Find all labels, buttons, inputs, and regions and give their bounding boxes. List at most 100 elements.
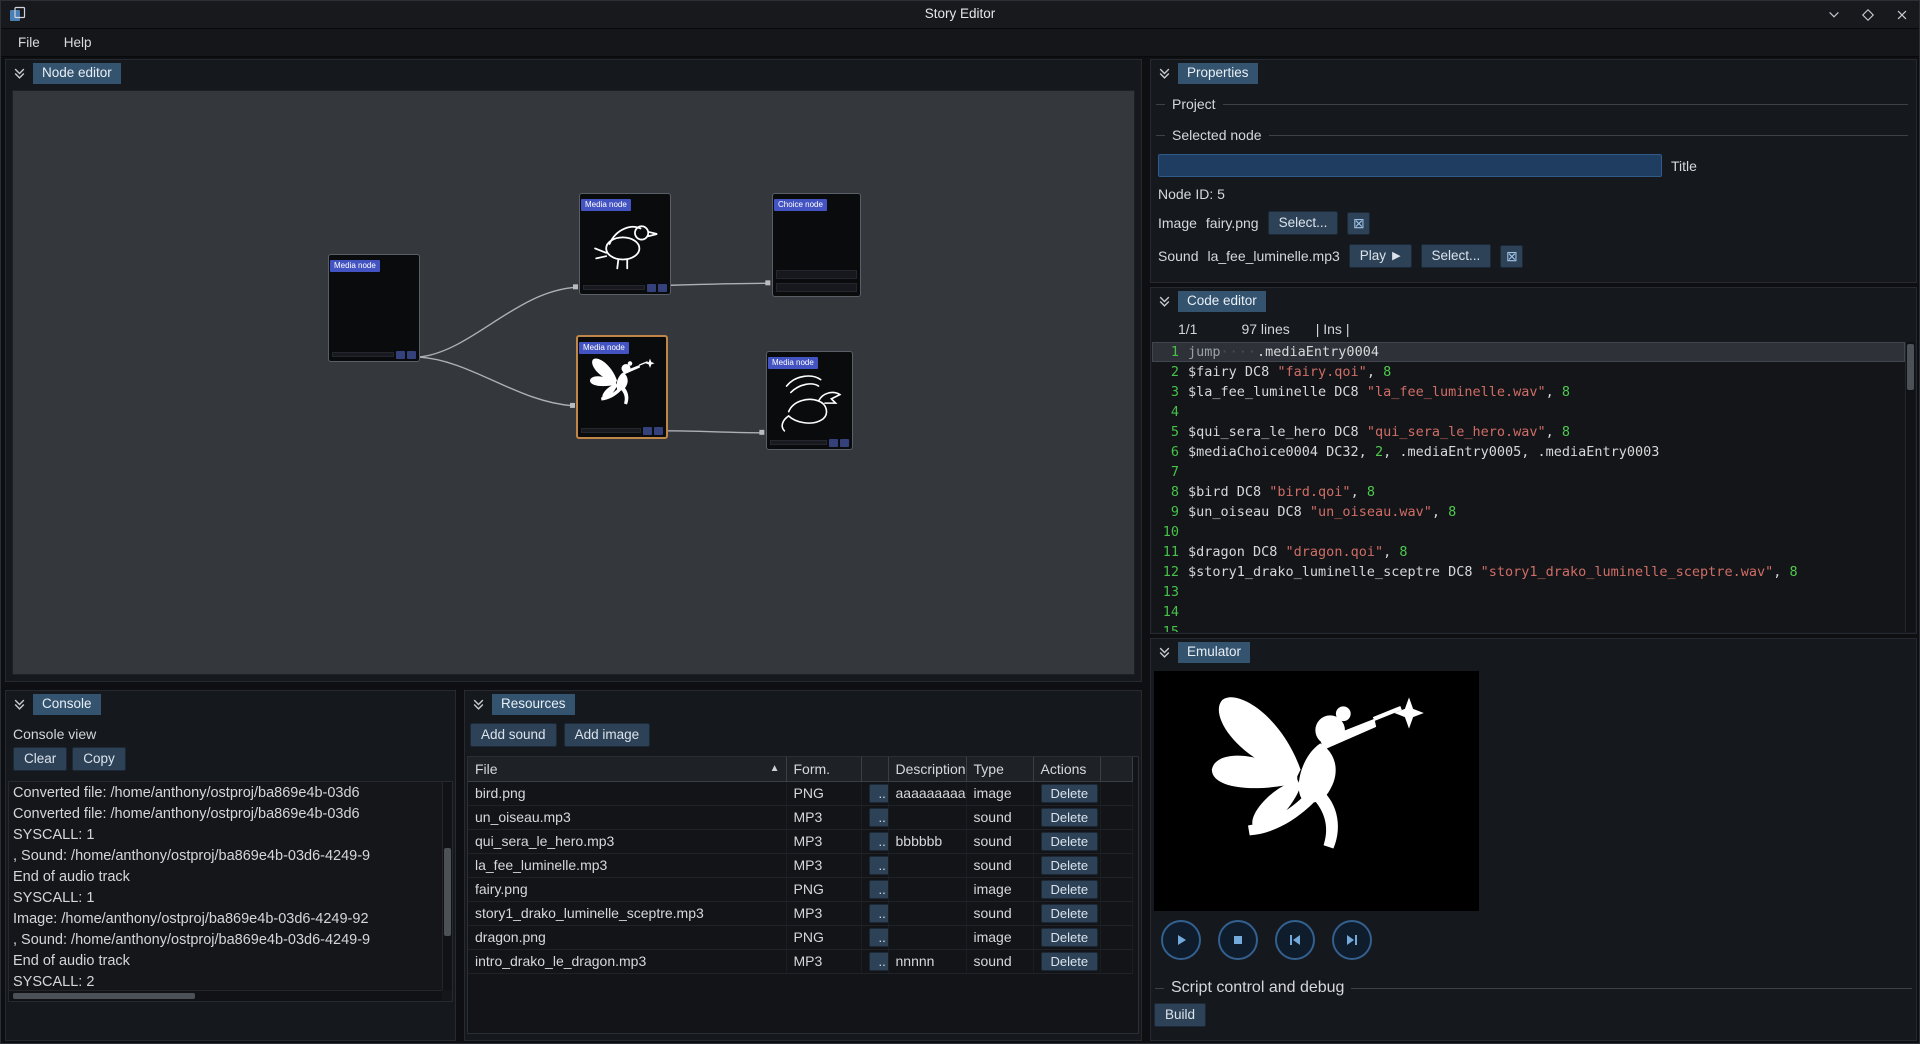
delete-button[interactable]: Delete [1041, 784, 1099, 803]
code-line[interactable]: 8$bird DC8 "bird.qoi", 8 [1152, 482, 1905, 502]
delete-button[interactable]: Delete [1041, 856, 1099, 875]
delete-button[interactable]: Delete [1041, 952, 1099, 971]
resource-row[interactable]: intro_drako_le_dragon.mp3MP3..nnnnnsound… [468, 949, 1132, 973]
resource-row[interactable]: story1_drako_luminelle_sceptre.mp3MP3..s… [468, 901, 1132, 925]
build-button[interactable]: Build [1154, 1003, 1206, 1027]
code-line[interactable]: 13 [1152, 582, 1905, 602]
browse-button[interactable]: .. [869, 832, 889, 851]
resource-row[interactable]: qui_sera_le_hero.mp3MP3..bbbbbbsoundDele… [468, 829, 1132, 853]
node-media-start[interactable]: Media node [328, 254, 420, 362]
title-input[interactable] [1158, 154, 1662, 177]
clear-button[interactable]: Clear [13, 747, 67, 771]
code-line[interactable]: 15 [1152, 622, 1905, 632]
close-button[interactable] [1893, 6, 1911, 24]
browse-button[interactable]: .. [869, 904, 889, 923]
image-select-button[interactable]: Select... [1268, 211, 1339, 235]
resource-row[interactable]: fairy.pngPNG..imageDelete [468, 877, 1132, 901]
minimize-button[interactable] [1825, 6, 1843, 24]
next-media-icon[interactable] [654, 427, 663, 435]
next-media-icon[interactable] [840, 439, 849, 447]
node-media-dragon[interactable]: Media node [766, 351, 853, 450]
prev-media-icon[interactable] [396, 351, 405, 359]
column-header-actions[interactable]: Actions [1033, 757, 1100, 781]
delete-button[interactable]: Delete [1041, 904, 1099, 923]
prev-media-icon[interactable] [643, 427, 652, 435]
code-line[interactable]: 10 [1152, 522, 1905, 542]
console-vertical-scrollbar[interactable] [442, 782, 452, 990]
add-image-button[interactable]: Add image [564, 723, 651, 747]
code-line[interactable]: 2$fairy DC8 "fairy.qoi", 8 [1152, 362, 1905, 382]
forward-button[interactable] [1332, 920, 1372, 960]
add-sound-button[interactable]: Add sound [470, 723, 557, 747]
node-canvas[interactable]: Media node Media node [12, 90, 1135, 675]
code-line[interactable]: 14 [1152, 602, 1905, 622]
copy-button[interactable]: Copy [72, 747, 126, 771]
code-line[interactable]: 4 [1152, 402, 1905, 422]
sound-select-button[interactable]: Select... [1421, 244, 1492, 268]
code-line[interactable]: 7 [1152, 462, 1905, 482]
file-cell: bird.png [468, 781, 786, 805]
resource-row[interactable]: la_fee_luminelle.mp3MP3..soundDelete [468, 853, 1132, 877]
menu-file[interactable]: File [7, 31, 51, 54]
code-line[interactable]: 9$un_oiseau DC8 "un_oiseau.wav", 8 [1152, 502, 1905, 522]
delete-button[interactable]: Delete [1041, 880, 1099, 899]
play-button[interactable] [1161, 920, 1201, 960]
browse-button[interactable]: .. [869, 880, 889, 899]
collapse-icon[interactable] [1155, 292, 1173, 310]
collapse-icon[interactable] [10, 64, 28, 82]
code-line[interactable]: 1jump····.mediaEntry0004 [1152, 342, 1905, 362]
console-line: End of audio track [13, 951, 439, 972]
node-choice[interactable]: Choice node [772, 193, 861, 297]
browse-button[interactable]: .. [869, 856, 889, 875]
column-header-format[interactable]: Form. [786, 757, 861, 781]
sound-clear-button[interactable]: ⊠ [1500, 245, 1523, 268]
collapse-icon[interactable] [1155, 64, 1173, 82]
code-line[interactable]: 5$qui_sera_le_hero DC8 "qui_sera_le_hero… [1152, 422, 1905, 442]
scrollbar-thumb[interactable] [13, 993, 195, 999]
sound-play-button[interactable]: Play ▶ [1349, 244, 1412, 268]
code-line[interactable]: 12$story1_drako_luminelle_sceptre DC8 "s… [1152, 562, 1905, 582]
console-line: SYSCALL: 1 [13, 825, 439, 846]
browse-button[interactable]: .. [869, 928, 889, 947]
collapse-icon[interactable] [469, 695, 487, 713]
console-horizontal-scrollbar[interactable] [9, 990, 442, 1001]
collapse-icon[interactable] [10, 695, 28, 713]
column-header-file[interactable]: File ▲ [468, 757, 786, 781]
resource-row[interactable]: un_oiseau.mp3MP3..soundDelete [468, 805, 1132, 829]
image-clear-button[interactable]: ⊠ [1347, 212, 1370, 235]
delete-button[interactable]: Delete [1041, 928, 1099, 947]
browse-button[interactable]: .. [869, 784, 889, 803]
next-media-icon[interactable] [407, 351, 416, 359]
code-vertical-scrollbar[interactable] [1905, 342, 1915, 632]
column-header-description[interactable]: Description [888, 757, 966, 781]
menu-help[interactable]: Help [53, 31, 103, 54]
stop-button[interactable] [1218, 920, 1258, 960]
next-media-icon[interactable] [658, 284, 667, 292]
code-line[interactable]: 11$dragon DC8 "dragon.qoi", 8 [1152, 542, 1905, 562]
node-media-bird[interactable]: Media node [579, 193, 671, 295]
column-header-type[interactable]: Type [966, 757, 1033, 781]
browse-button[interactable]: .. [869, 808, 889, 827]
prev-media-icon[interactable] [647, 284, 656, 292]
console-log[interactable]: Converted file: /home/anthony/ostproj/ba… [13, 783, 439, 989]
delete-button[interactable]: Delete [1041, 808, 1099, 827]
delete-button[interactable]: Delete [1041, 832, 1099, 851]
resource-row[interactable]: dragon.pngPNG..imageDelete [468, 925, 1132, 949]
prev-media-icon[interactable] [829, 439, 838, 447]
node-media-fairy-selected[interactable]: Media node [576, 335, 668, 439]
choice-option[interactable] [776, 270, 857, 279]
scrollbar-thumb[interactable] [1907, 344, 1914, 390]
browse-button[interactable]: .. [869, 952, 889, 971]
code-line[interactable]: 3$la_fee_luminelle DC8 "la_fee_luminelle… [1152, 382, 1905, 402]
column-header-browse[interactable] [861, 757, 888, 781]
rewind-button[interactable] [1275, 920, 1315, 960]
resources-table: File ▲ Form. Description Type Actions bi… [467, 756, 1139, 1034]
maximize-button[interactable] [1859, 6, 1877, 24]
resource-row[interactable]: bird.pngPNG..aaaaaaaaaimageDelete [468, 781, 1132, 805]
code-text: jump····.mediaEntry0004 [1188, 342, 1379, 362]
code-line[interactable]: 6$mediaChoice0004 DC32, 2, .mediaEntry00… [1152, 442, 1905, 462]
choice-option[interactable] [776, 283, 857, 292]
code-lines[interactable]: 1jump····.mediaEntry00042$fairy DC8 "fai… [1152, 342, 1905, 632]
collapse-icon[interactable] [1155, 643, 1173, 661]
scrollbar-thumb[interactable] [444, 848, 451, 936]
